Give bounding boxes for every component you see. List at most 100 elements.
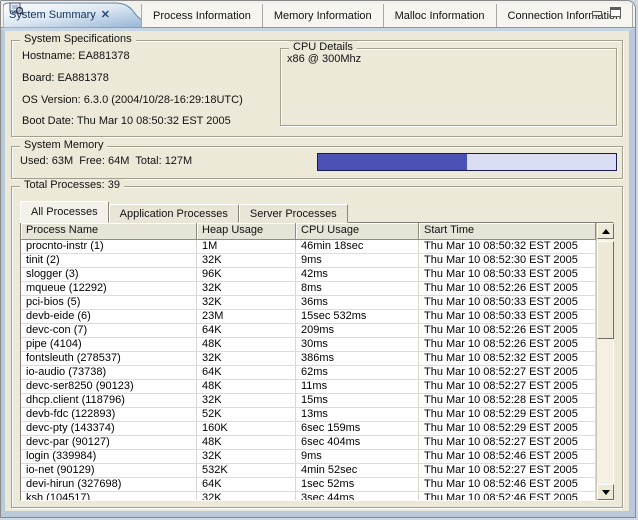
- process-cell: 48K: [197, 380, 296, 394]
- process-table-header: Process Name Heap Usage CPU Usage Start …: [21, 223, 596, 240]
- process-cell: ksh (104517): [21, 492, 197, 500]
- memory-summary-text: Used: 63M Free: 64M Total: 127M: [20, 155, 192, 167]
- process-row[interactable]: fontsleuth (278537)32K386msThu Mar 10 08…: [21, 352, 596, 366]
- cpu-details-label: CPU Details: [289, 41, 357, 53]
- scroll-up-button[interactable]: [597, 223, 614, 239]
- process-cell: 3sec 44ms: [296, 492, 419, 500]
- process-cell: 62ms: [296, 366, 419, 380]
- process-cell: 11ms: [296, 380, 419, 394]
- process-row[interactable]: dhcp.client (118796)32K15msThu Mar 10 08…: [21, 394, 596, 408]
- close-icon[interactable]: ✕: [101, 10, 110, 20]
- process-row[interactable]: devc-pty (143374)160K6sec 159msThu Mar 1…: [21, 422, 596, 436]
- process-row[interactable]: devb-eide (6)23M15sec 532msThu Mar 10 08…: [21, 310, 596, 324]
- system-summary-icon: [9, 2, 24, 16]
- system-memory-group: System Memory Used: 63M Free: 64M Total:…: [11, 146, 623, 179]
- process-cell: 32K: [197, 492, 296, 500]
- view-tab-system-summary[interactable]: System Summary ✕: [3, 2, 153, 28]
- process-cell: io-net (90129): [21, 464, 197, 478]
- view-tab-memory-information[interactable]: Memory Information: [263, 4, 384, 27]
- process-row[interactable]: pipe (4104)48K30msThu Mar 10 08:52:26 ES…: [21, 338, 596, 352]
- column-header-process-name[interactable]: Process Name: [21, 223, 197, 240]
- process-cell: devc-par (90127): [21, 436, 197, 450]
- cpu-details-group: CPU Details x86 @ 300Mhz: [280, 48, 617, 126]
- process-cell: Thu Mar 10 08:52:46 EST 2005: [419, 492, 596, 500]
- process-row[interactable]: ksh (104517)32K3sec 44msThu Mar 10 08:52…: [21, 492, 596, 500]
- scroll-up-arrow-icon: [602, 229, 610, 234]
- process-row[interactable]: devb-fdc (122893)52K13msThu Mar 10 08:52…: [21, 408, 596, 422]
- system-information-view: System Summary ✕ Process InformationMemo…: [0, 0, 636, 518]
- process-cell: 209ms: [296, 324, 419, 338]
- process-row[interactable]: slogger (3)96K42msThu Mar 10 08:50:33 ES…: [21, 268, 596, 282]
- process-cell: 30ms: [296, 338, 419, 352]
- process-cell: pci-bios (5): [21, 296, 197, 310]
- process-cell: devc-con (7): [21, 324, 197, 338]
- scroll-down-button[interactable]: [597, 484, 614, 500]
- process-row[interactable]: io-audio (73738)64K62msThu Mar 10 08:52:…: [21, 366, 596, 380]
- process-cell: mqueue (12292): [21, 282, 197, 296]
- process-cell: Thu Mar 10 08:52:28 EST 2005: [419, 394, 596, 408]
- process-cell: 64K: [197, 366, 296, 380]
- process-row[interactable]: mqueue (12292)32K8msThu Mar 10 08:52:26 …: [21, 282, 596, 296]
- cpu-details-value: x86 @ 300Mhz: [287, 53, 361, 65]
- system-specifications-label: System Specifications: [20, 33, 136, 45]
- column-header-start-time[interactable]: Start Time: [419, 223, 596, 240]
- process-cell: 32K: [197, 282, 296, 296]
- process-cell: devb-fdc (122893): [21, 408, 197, 422]
- process-cell: 32K: [197, 296, 296, 310]
- process-row[interactable]: devc-ser8250 (90123)48K11msThu Mar 10 08…: [21, 380, 596, 394]
- process-row[interactable]: login (339984)32K9msThu Mar 10 08:52:46 …: [21, 450, 596, 464]
- process-cell: 64K: [197, 324, 296, 338]
- process-cell: Thu Mar 10 08:52:30 EST 2005: [419, 254, 596, 268]
- process-row[interactable]: procnto-instr (1)1M46min 18secThu Mar 10…: [21, 240, 596, 254]
- process-cell: Thu Mar 10 08:52:27 EST 2005: [419, 464, 596, 478]
- process-cell: Thu Mar 10 08:50:32 EST 2005: [419, 240, 596, 254]
- view-tab-malloc-information[interactable]: Malloc Information: [384, 4, 497, 27]
- process-row[interactable]: devc-par (90127)48K6sec 404msThu Mar 10 …: [21, 436, 596, 450]
- view-body: System Specifications Hostname: EA881378…: [1, 28, 635, 517]
- process-row[interactable]: pci-bios (5)32K36msThu Mar 10 08:50:33 E…: [21, 296, 596, 310]
- process-cell: Thu Mar 10 08:52:26 EST 2005: [419, 282, 596, 296]
- process-cell: Thu Mar 10 08:52:46 EST 2005: [419, 450, 596, 464]
- view-tab-process-information[interactable]: Process Information: [141, 4, 263, 27]
- process-cell: devb-eide (6): [21, 310, 197, 324]
- process-cell: Thu Mar 10 08:52:29 EST 2005: [419, 408, 596, 422]
- process-cell: 36ms: [296, 296, 419, 310]
- process-cell: 9ms: [296, 254, 419, 268]
- process-cell: dhcp.client (118796): [21, 394, 197, 408]
- maximize-icon[interactable]: [610, 7, 621, 17]
- process-cell: 6sec 404ms: [296, 436, 419, 450]
- process-tab-all-processes[interactable]: All Processes: [20, 201, 109, 223]
- process-row[interactable]: io-net (90129)532K4min 52secThu Mar 10 0…: [21, 464, 596, 478]
- process-cell: Thu Mar 10 08:52:26 EST 2005: [419, 324, 596, 338]
- process-cell: 13ms: [296, 408, 419, 422]
- process-row[interactable]: tinit (2)32K9msThu Mar 10 08:52:30 EST 2…: [21, 254, 596, 268]
- minimize-icon[interactable]: [592, 11, 602, 16]
- scroll-down-arrow-icon: [602, 490, 610, 495]
- total-processes-label: Total Processes: 39: [20, 179, 124, 191]
- process-cell: 23M: [197, 310, 296, 324]
- column-header-cpu-usage[interactable]: CPU Usage: [296, 223, 419, 240]
- process-cell: Thu Mar 10 08:52:26 EST 2005: [419, 338, 596, 352]
- column-header-heap-usage[interactable]: Heap Usage: [197, 223, 296, 240]
- process-cell: Thu Mar 10 08:52:29 EST 2005: [419, 422, 596, 436]
- view-tabs: Process InformationMemory InformationMal…: [141, 4, 633, 27]
- process-cell: 32K: [197, 352, 296, 366]
- process-cell: pipe (4104): [21, 338, 197, 352]
- process-tab-server-processes[interactable]: Server Processes: [239, 204, 348, 223]
- process-cell: 9ms: [296, 450, 419, 464]
- process-cell: 48K: [197, 338, 296, 352]
- process-cell: slogger (3): [21, 268, 197, 282]
- vertical-scrollbar[interactable]: [596, 223, 613, 500]
- process-tabs: All ProcessesApplication ProcessesServer…: [20, 201, 348, 223]
- process-cell: procnto-instr (1): [21, 240, 197, 254]
- process-row[interactable]: devc-con (7)64K209msThu Mar 10 08:52:26 …: [21, 324, 596, 338]
- process-cell: 6sec 159ms: [296, 422, 419, 436]
- process-cell: 32K: [197, 450, 296, 464]
- process-cell: 1M: [197, 240, 296, 254]
- system-memory-label: System Memory: [20, 139, 107, 151]
- window-controls: [592, 7, 621, 17]
- process-cell: 1sec 52ms: [296, 478, 419, 492]
- process-tab-application-processes[interactable]: Application Processes: [109, 204, 239, 223]
- process-row[interactable]: devi-hirun (327698)64K1sec 52msThu Mar 1…: [21, 478, 596, 492]
- scrollbar-thumb[interactable]: [597, 241, 614, 339]
